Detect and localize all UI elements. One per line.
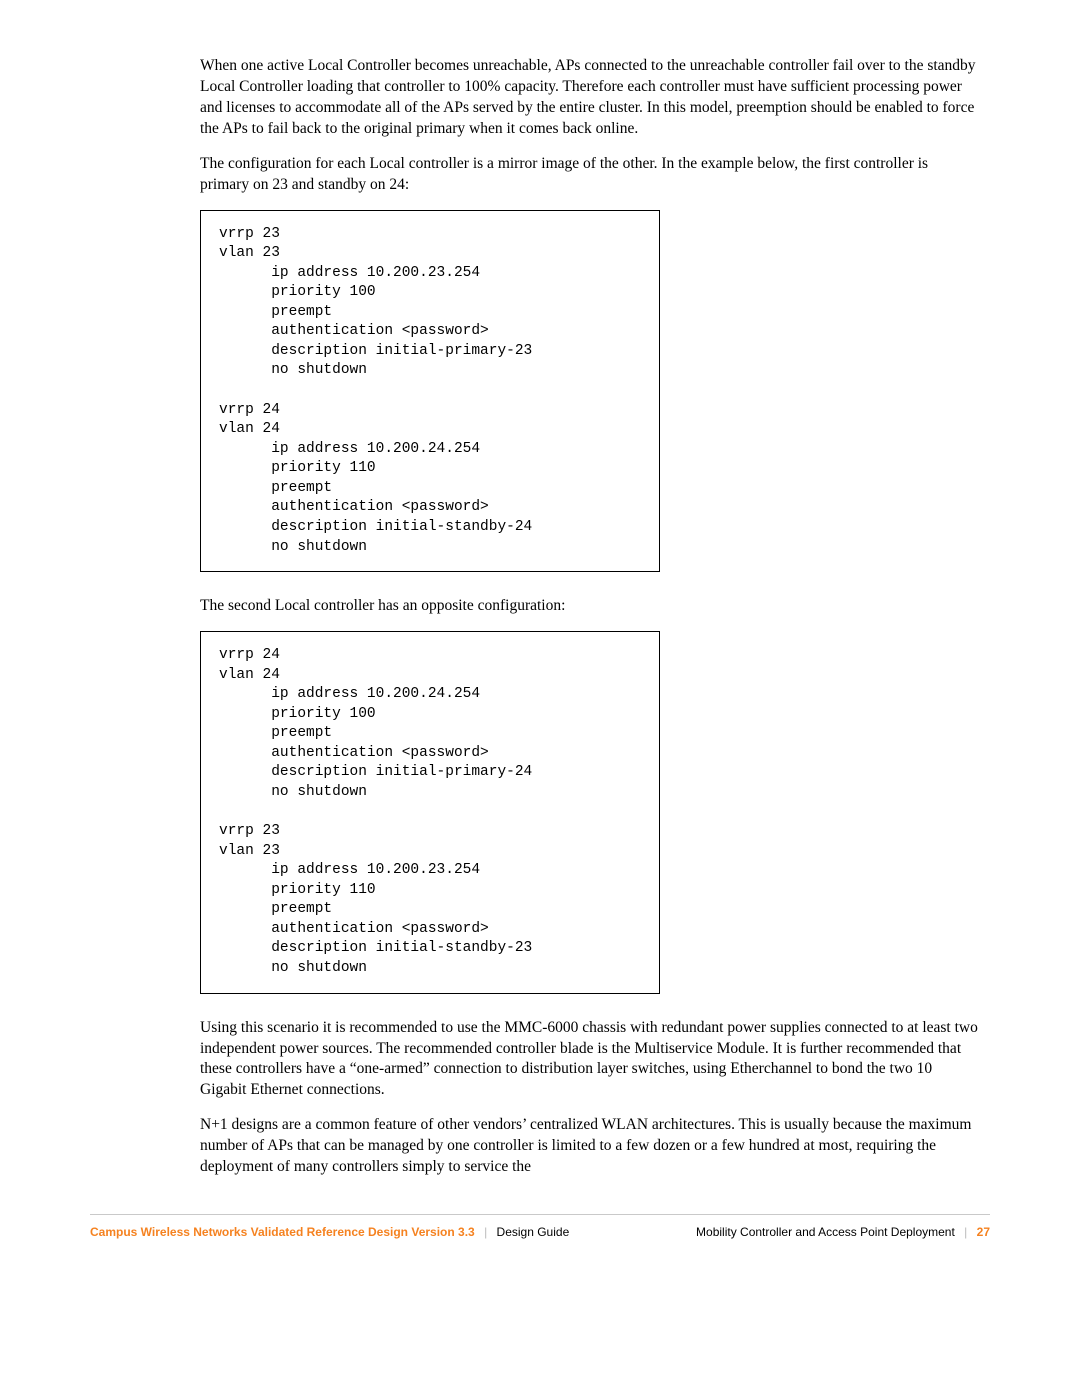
footer-right: Mobility Controller and Access Point Dep… — [696, 1225, 990, 1239]
code-block-controller-2: vrrp 24 vlan 24 ip address 10.200.24.254… — [200, 631, 660, 994]
footer-page-number: 27 — [977, 1225, 990, 1239]
code-block-controller-1: vrrp 23 vlan 23 ip address 10.200.23.254… — [200, 210, 660, 573]
footer-left: Campus Wireless Networks Validated Refer… — [90, 1225, 569, 1239]
footer-brand: Campus Wireless Networks Validated Refer… — [90, 1225, 475, 1239]
footer-sep-2: | — [964, 1225, 967, 1239]
paragraph-nplus1: N+1 designs are a common feature of othe… — [200, 1115, 980, 1178]
page-content: When one active Local Controller becomes… — [200, 56, 980, 1178]
footer-left-sub: Design Guide — [497, 1225, 570, 1239]
paragraph-intro-2: The configuration for each Local control… — [200, 154, 980, 196]
paragraph-second-controller: The second Local controller has an oppos… — [200, 596, 980, 617]
page-footer: Campus Wireless Networks Validated Refer… — [90, 1214, 990, 1239]
footer-sep-1: | — [484, 1225, 487, 1239]
paragraph-intro-1: When one active Local Controller becomes… — [200, 56, 980, 140]
footer-section: Mobility Controller and Access Point Dep… — [696, 1225, 955, 1239]
paragraph-recommendation: Using this scenario it is recommended to… — [200, 1018, 980, 1102]
